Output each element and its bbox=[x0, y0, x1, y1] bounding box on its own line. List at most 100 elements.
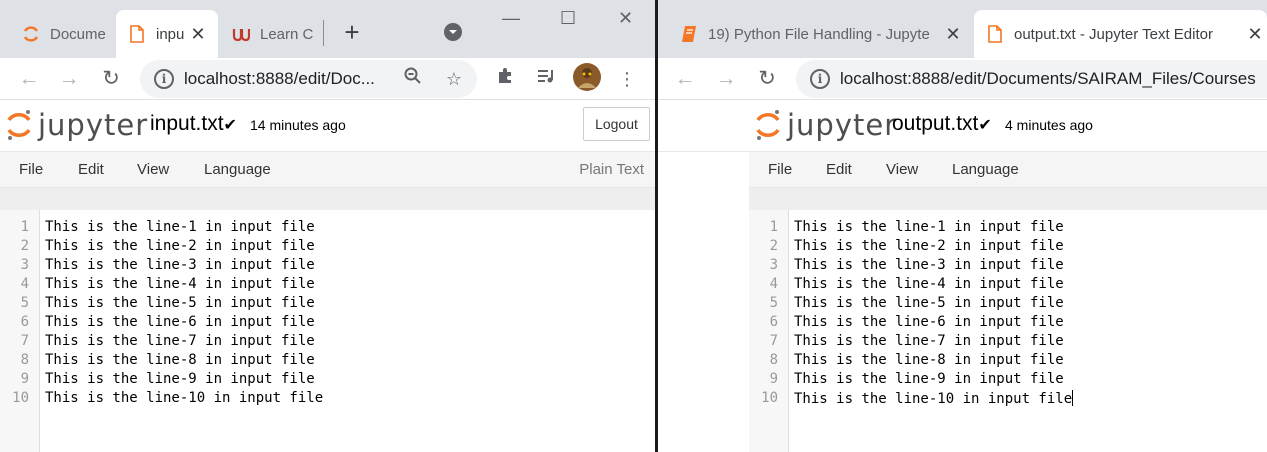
code-line[interactable]: This is the line-7 in input file bbox=[794, 333, 1064, 349]
menu-language[interactable]: Language bbox=[204, 161, 271, 178]
file-name[interactable]: input.txt✔ bbox=[150, 112, 237, 136]
minimize-icon[interactable]: — bbox=[502, 8, 520, 29]
zoom-icon[interactable] bbox=[400, 66, 426, 92]
jupyter-favicon-icon bbox=[22, 25, 40, 43]
address-toolbar: ← → ↻ i localhost:8888/edit/Doc... ☆ ⋮ bbox=[0, 58, 655, 100]
code-line-text: This is the line-3 in input file bbox=[45, 257, 315, 273]
menu-view[interactable]: View bbox=[886, 161, 918, 178]
code-line-text: This is the line-6 in input file bbox=[45, 314, 315, 330]
extensions-puzzle-icon[interactable] bbox=[492, 66, 518, 92]
menu-edit[interactable]: Edit bbox=[826, 161, 852, 178]
bookmark-star-icon[interactable]: ☆ bbox=[441, 66, 467, 92]
jupyter-wordmark: jupyter bbox=[787, 108, 898, 142]
profile-dropdown-icon[interactable] bbox=[443, 22, 463, 47]
tab-output[interactable]: output.txt - Jupyter Text Editor ✕ bbox=[974, 10, 1267, 58]
code-line[interactable]: This is the line-9 in input file bbox=[45, 371, 315, 387]
code-line[interactable]: This is the line-4 in input file bbox=[45, 276, 315, 292]
maximize-icon[interactable]: ☐ bbox=[560, 8, 576, 29]
last-saved-text: 14 minutes ago bbox=[250, 117, 346, 133]
tab-separator bbox=[323, 20, 324, 46]
menu-file[interactable]: File bbox=[19, 161, 43, 178]
code-line[interactable]: This is the line-5 in input file bbox=[794, 295, 1064, 311]
avatar[interactable] bbox=[572, 62, 602, 92]
tab-title: output.txt - Jupyter Text Editor bbox=[1014, 25, 1213, 43]
code-line-text: This is the line-4 in input file bbox=[45, 276, 315, 292]
code-line[interactable]: This is the line-5 in input file bbox=[45, 295, 315, 311]
line-number: 5 bbox=[20, 295, 29, 311]
browser-menu-icon[interactable]: ⋮ bbox=[614, 66, 640, 92]
jupyter-header: jupyter output.txt✔ 4 minutes ago bbox=[658, 100, 1267, 152]
menu-language[interactable]: Language bbox=[952, 161, 1019, 178]
code-line-text: This is the line-3 in input file bbox=[794, 257, 1064, 273]
address-bar[interactable]: i localhost:8888/edit/Documents/SAIRAM_F… bbox=[796, 60, 1267, 98]
code-line[interactable]: This is the line-9 in input file bbox=[794, 371, 1064, 387]
line-number: 6 bbox=[20, 314, 29, 330]
saved-check-icon: ✔ bbox=[223, 117, 237, 134]
tab-strip: Docume inpu ✕ Learn C + — ☐ ✕ bbox=[0, 0, 655, 58]
tab-input[interactable]: inpu ✕ bbox=[116, 10, 218, 58]
logout-button[interactable]: Logout bbox=[583, 107, 650, 141]
editor-top-band bbox=[749, 188, 1267, 210]
back-icon[interactable]: ← bbox=[672, 66, 698, 92]
reload-icon[interactable]: ↻ bbox=[98, 66, 124, 92]
tab-documents[interactable]: Docume bbox=[10, 10, 116, 58]
forward-icon[interactable]: → bbox=[713, 66, 739, 92]
tab-strip: 19) Python File Handling - Jupyte ✕ outp… bbox=[658, 0, 1267, 58]
code-line[interactable]: This is the line-2 in input file bbox=[794, 238, 1064, 254]
code-line[interactable]: This is the line-7 in input file bbox=[45, 333, 315, 349]
code-line[interactable]: This is the line-1 in input file bbox=[45, 219, 315, 235]
editor-top-band bbox=[0, 188, 655, 210]
line-number: 2 bbox=[20, 238, 29, 254]
code-line-text: This is the line-1 in input file bbox=[794, 219, 1064, 235]
media-control-icon[interactable] bbox=[533, 66, 559, 92]
forward-icon[interactable]: → bbox=[56, 66, 82, 92]
close-tab-icon[interactable]: ✕ bbox=[188, 24, 208, 45]
close-tab-icon[interactable]: ✕ bbox=[1245, 24, 1265, 45]
line-number: 8 bbox=[20, 352, 29, 368]
site-info-icon[interactable]: i bbox=[154, 69, 174, 89]
new-tab-button[interactable]: + bbox=[338, 18, 366, 46]
udemy-icon bbox=[232, 25, 250, 43]
code-line[interactable]: This is the line-10 in input file bbox=[45, 390, 323, 406]
code-line[interactable]: This is the line-8 in input file bbox=[794, 352, 1064, 368]
code-line[interactable]: This is the line-10 in input file bbox=[794, 390, 1074, 407]
code-line[interactable]: This is the line-6 in input file bbox=[794, 314, 1064, 330]
menu-view[interactable]: View bbox=[137, 161, 169, 178]
reload-icon[interactable]: ↻ bbox=[754, 66, 780, 92]
code-line[interactable]: This is the line-3 in input file bbox=[45, 257, 315, 273]
close-window-icon[interactable]: ✕ bbox=[618, 8, 633, 29]
code-line[interactable]: This is the line-6 in input file bbox=[45, 314, 315, 330]
menu-file[interactable]: File bbox=[768, 161, 792, 178]
jupyter-wordmark: jupyter bbox=[38, 108, 149, 142]
text-editor[interactable]: 1 2 3 4 5 6 7 8 9 10 This is the line-1 in input … bbox=[0, 210, 655, 452]
jupyter-logo[interactable]: jupyter bbox=[755, 108, 897, 142]
tab-python-file-handling[interactable]: 19) Python File Handling - Jupyte ✕ bbox=[668, 10, 973, 58]
address-toolbar: ← → ↻ i localhost:8888/edit/Documents/SA… bbox=[658, 58, 1267, 100]
line-number: 3 bbox=[20, 257, 29, 273]
address-bar[interactable]: i localhost:8888/edit/Doc... bbox=[140, 60, 477, 98]
code-line-text: This is the line-5 in input file bbox=[794, 295, 1064, 311]
close-tab-icon[interactable]: ✕ bbox=[943, 24, 963, 45]
line-number: 8 bbox=[769, 352, 778, 368]
line-number: 2 bbox=[769, 238, 778, 254]
file-name[interactable]: output.txt✔ bbox=[892, 112, 992, 136]
code-line-text: This is the line-5 in input file bbox=[45, 295, 315, 311]
code-line[interactable]: This is the line-3 in input file bbox=[794, 257, 1064, 273]
text-editor[interactable]: 1 2 3 4 5 6 7 8 9 10 This is the line-1 in input … bbox=[749, 210, 1267, 452]
back-icon[interactable]: ← bbox=[16, 66, 42, 92]
line-number-gutter: 1 2 3 4 5 6 7 8 9 10 bbox=[749, 210, 789, 452]
tab-title: 19) Python File Handling - Jupyte bbox=[708, 25, 930, 43]
line-number: 6 bbox=[769, 314, 778, 330]
site-info-icon[interactable]: i bbox=[810, 69, 830, 89]
code-line[interactable]: This is the line-8 in input file bbox=[45, 352, 315, 368]
tab-learn[interactable]: Learn C bbox=[220, 10, 316, 58]
code-line-text: This is the line-6 in input file bbox=[794, 314, 1064, 330]
editor-mode-indicator: Plain Text bbox=[579, 161, 644, 178]
jupyter-logo[interactable]: jupyter bbox=[6, 108, 148, 142]
menubar: File Edit View Language bbox=[749, 152, 1267, 188]
code-line[interactable]: This is the line-1 in input file bbox=[794, 219, 1064, 235]
code-line[interactable]: This is the line-4 in input file bbox=[794, 276, 1064, 292]
code-line-text: This is the line-8 in input file bbox=[45, 352, 315, 368]
code-line[interactable]: This is the line-2 in input file bbox=[45, 238, 315, 254]
menu-edit[interactable]: Edit bbox=[78, 161, 104, 178]
